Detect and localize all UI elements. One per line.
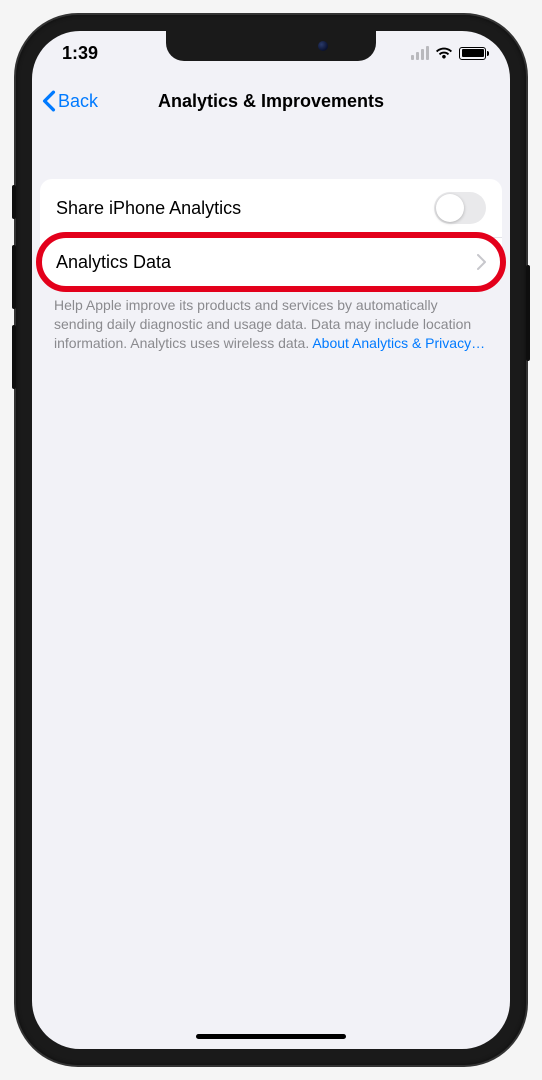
screen: 1:39 Back Analytics & Improve (32, 31, 510, 1049)
about-analytics-privacy-link[interactable]: About Analytics & Privacy… (312, 335, 485, 351)
row-label: Share iPhone Analytics (56, 198, 241, 219)
phone-frame: 1:39 Back Analytics & Improve (16, 15, 526, 1065)
status-indicators (411, 46, 486, 60)
row-share-iphone-analytics[interactable]: Share iPhone Analytics (40, 179, 502, 237)
volume-down-button (12, 325, 16, 389)
status-time: 1:39 (62, 43, 98, 64)
toggle-knob (436, 194, 464, 222)
mute-switch (12, 185, 16, 219)
row-analytics-data[interactable]: Analytics Data (40, 238, 502, 286)
content: Share iPhone Analytics Analytics Data He… (32, 127, 510, 353)
back-label: Back (58, 91, 98, 112)
front-camera-icon (318, 41, 328, 51)
share-analytics-toggle[interactable] (434, 192, 486, 224)
back-button[interactable]: Back (42, 90, 98, 112)
row-label: Analytics Data (56, 252, 171, 273)
settings-group: Share iPhone Analytics Analytics Data (40, 179, 502, 286)
cellular-signal-icon (411, 46, 429, 60)
volume-up-button (12, 245, 16, 309)
notch (166, 31, 376, 61)
chevron-right-icon (477, 254, 486, 270)
home-indicator[interactable] (196, 1034, 346, 1039)
footer-description: Help Apple improve its products and serv… (32, 286, 510, 353)
page-title: Analytics & Improvements (32, 91, 510, 112)
wifi-icon (435, 46, 453, 60)
side-power-button (526, 265, 530, 361)
chevron-left-icon (42, 90, 56, 112)
navigation-bar: Back Analytics & Improvements (32, 75, 510, 127)
battery-icon (459, 47, 486, 60)
